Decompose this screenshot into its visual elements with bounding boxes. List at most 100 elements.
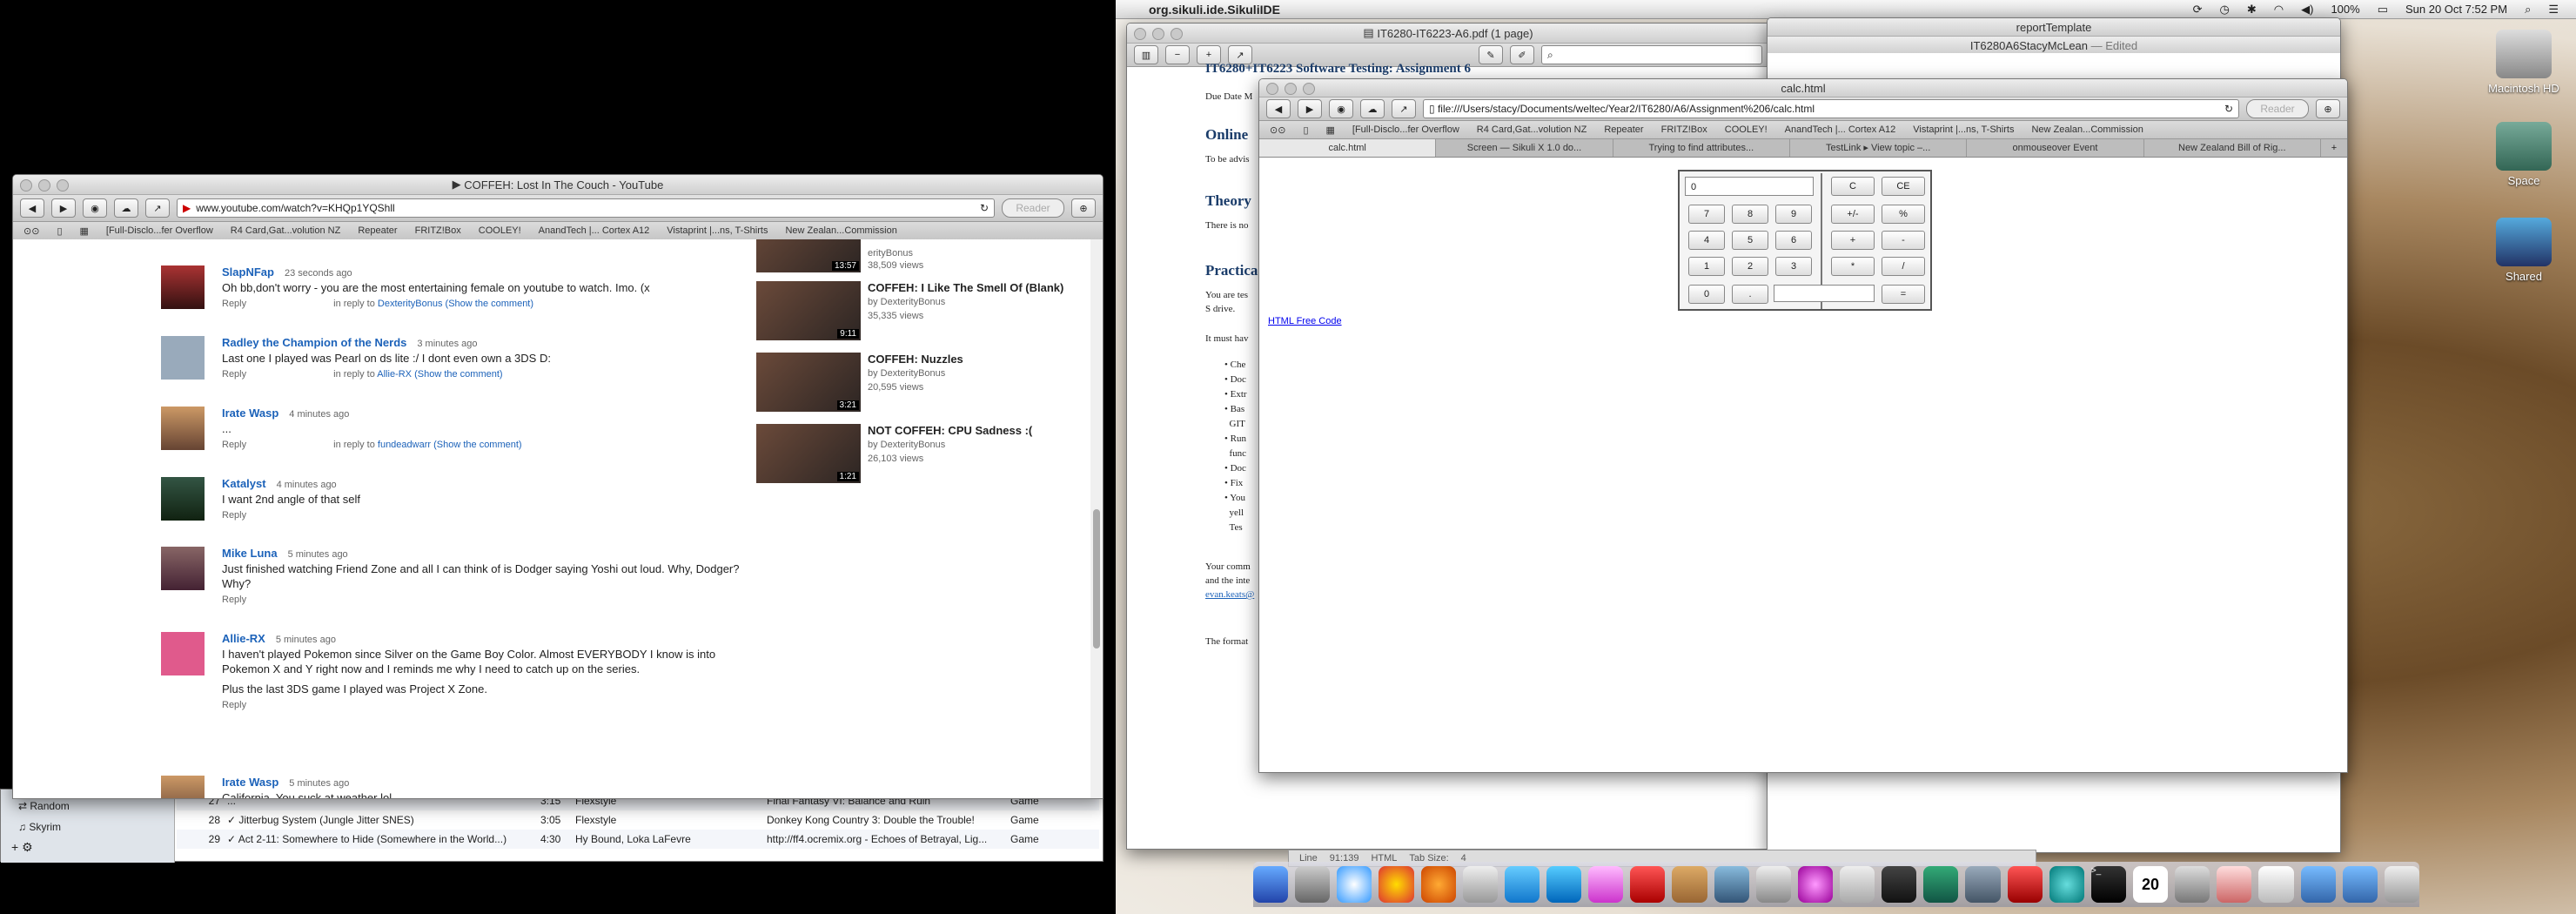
address-bar[interactable]: ▯ file:///Users/stacy/Documents/weltec/Y…: [1423, 99, 2239, 118]
comment-author[interactable]: Irate Wasp: [222, 776, 278, 789]
reply-button[interactable]: Reply: [222, 595, 246, 605]
avatar[interactable]: [161, 477, 205, 521]
key-8[interactable]: 8: [1732, 205, 1768, 224]
bookmark-item[interactable]: AnandTech |... Cortex A12: [539, 225, 650, 236]
app-icon[interactable]: [1923, 866, 1959, 903]
reply-target-link[interactable]: fundeadwarr: [378, 440, 431, 450]
safari-icon[interactable]: [1337, 866, 1372, 903]
related-video[interactable]: 1:21 NOT COFFEH: CPU Sadness :( by Dexte…: [756, 424, 1087, 485]
minimize-button[interactable]: [38, 179, 50, 192]
comment-author[interactable]: Irate Wasp: [222, 407, 278, 420]
html-free-code-link[interactable]: HTML Free Code: [1268, 316, 1342, 326]
close-button[interactable]: [1266, 83, 1278, 95]
reply-button[interactable]: Reply: [222, 700, 246, 710]
zoom-button[interactable]: [1171, 28, 1183, 40]
downloads-icon[interactable]: ⊕: [2316, 99, 2340, 118]
sidebar-item-skyrim[interactable]: ♫ Skyrim: [1, 821, 174, 833]
track-row[interactable]: 29 ✓ Act 2-11: Somewhere to Hide (Somewh…: [177, 830, 1099, 849]
bookmark-item[interactable]: COOLEY!: [479, 225, 521, 236]
add-playlist-button[interactable]: + ⚙: [1, 840, 174, 855]
avatar[interactable]: [161, 776, 205, 798]
reply-button[interactable]: Reply: [222, 299, 246, 309]
tab-testlink[interactable]: TestLink ▸ View topic –...: [1790, 139, 1968, 157]
app-icon[interactable]: [1965, 866, 2001, 903]
bookmark-item[interactable]: Vistaprint |...ns, T-Shirts: [667, 225, 768, 236]
avatar[interactable]: [161, 265, 205, 309]
trash-icon[interactable]: [2384, 866, 2419, 903]
comment-author[interactable]: Mike Luna: [222, 547, 278, 560]
scrollbar[interactable]: [1090, 239, 1103, 798]
finder-icon[interactable]: [1253, 866, 1289, 903]
space-icon[interactable]: Space: [2472, 122, 2576, 187]
bluetooth-icon[interactable]: ✱: [2247, 3, 2257, 17]
address-bar[interactable]: ▶ www.youtube.com/watch?v=KHQp1YQShll ↻: [177, 198, 995, 218]
bookmark-item[interactable]: New Zealan...Commission: [785, 225, 896, 236]
decimal-button[interactable]: .: [1732, 285, 1768, 304]
bookmark-item[interactable]: New Zealan...Commission: [2031, 124, 2143, 135]
clear-button[interactable]: C: [1831, 177, 1875, 196]
icloud-icon[interactable]: ☁: [1360, 99, 1385, 118]
notification-icon[interactable]: ☰: [2548, 3, 2559, 17]
reply-button[interactable]: Reply: [222, 369, 246, 380]
app-icon[interactable]: [1714, 866, 1749, 903]
itunes-icon[interactable]: [1588, 866, 1624, 903]
tab-calc[interactable]: calc.html: [1259, 139, 1437, 157]
icloud-icon[interactable]: ☁: [114, 198, 138, 218]
plus-minus-button[interactable]: +/-: [1831, 205, 1875, 224]
close-button[interactable]: [20, 179, 32, 192]
calc-display[interactable]: 0: [1685, 177, 1814, 196]
close-button[interactable]: [1134, 28, 1146, 40]
key-6[interactable]: 6: [1775, 231, 1812, 250]
wifi-icon[interactable]: ◠: [2274, 3, 2284, 17]
tab-sikuli[interactable]: Screen — Sikuli X 1.0 do...: [1436, 139, 1613, 157]
app-icon[interactable]: [1797, 866, 1833, 903]
sync-icon[interactable]: ⟳: [2193, 3, 2203, 17]
shared-icon[interactable]: Shared: [2472, 218, 2576, 283]
sidebar-item-random[interactable]: ⇄ Random: [1, 800, 174, 812]
app-icon[interactable]: [1672, 866, 1707, 903]
show-comment-link[interactable]: (Show the comment): [446, 299, 533, 309]
reply-target-link[interactable]: DexterityBonus: [378, 299, 443, 309]
bookmark-item[interactable]: AnandTech |... Cortex A12: [1785, 124, 1896, 135]
video-thumbnail[interactable]: 13:57: [756, 239, 861, 272]
reading-list-icon[interactable]: ⊙⊙: [23, 225, 39, 237]
sidebar-toggle[interactable]: ▥: [1134, 45, 1158, 64]
battery-icon[interactable]: ▭: [2378, 3, 2388, 17]
app-store-icon[interactable]: [1546, 866, 1582, 903]
bookmark-item[interactable]: COOLEY!: [1725, 124, 1768, 135]
email-link[interactable]: evan.keats@: [1205, 589, 1254, 600]
downloads-icon[interactable]: ⊕: [1071, 198, 1096, 218]
equals-button[interactable]: =: [1882, 285, 1925, 304]
divide-button[interactable]: /: [1882, 257, 1925, 276]
app-icon[interactable]: [2217, 866, 2252, 903]
avatar[interactable]: [161, 632, 205, 675]
key-9[interactable]: 9: [1775, 205, 1812, 224]
key-3[interactable]: 3: [1775, 257, 1812, 276]
macintosh-hd-icon[interactable]: Macintosh HD: [2472, 30, 2576, 95]
bookmark-item[interactable]: FRITZ!Box: [415, 225, 461, 236]
comment-author[interactable]: Allie-RX: [222, 632, 265, 645]
privacy-icon[interactable]: ◉: [83, 198, 107, 218]
bookmarks-icon[interactable]: ▯: [57, 225, 62, 237]
messages-icon[interactable]: [1504, 866, 1540, 903]
percent-button[interactable]: %: [1882, 205, 1925, 224]
avatar[interactable]: [161, 407, 205, 450]
search-field[interactable]: ⌕: [1541, 45, 1762, 64]
key-2[interactable]: 2: [1732, 257, 1768, 276]
bookmark-item[interactable]: [Full-Disclo...fer Overflow: [106, 225, 213, 236]
bookmarks-icon[interactable]: ▯: [1303, 124, 1308, 136]
top-sites-icon[interactable]: ▦: [1326, 124, 1335, 136]
multiply-button[interactable]: *: [1831, 257, 1875, 276]
bookmark-item[interactable]: Repeater: [1604, 124, 1643, 135]
bookmark-item[interactable]: R4 Card,Gat...volution NZ: [231, 225, 341, 236]
privacy-icon[interactable]: ◉: [1329, 99, 1353, 118]
firefox-icon[interactable]: [1420, 866, 1456, 903]
comment-author[interactable]: SlapNFap: [222, 265, 274, 279]
key-0[interactable]: 0: [1688, 285, 1725, 304]
comment-author[interactable]: Katalyst: [222, 477, 266, 490]
key-7[interactable]: 7: [1688, 205, 1725, 224]
video-thumbnail[interactable]: 3:21: [756, 353, 861, 412]
share-icon[interactable]: ↗: [1392, 99, 1416, 118]
app-icon[interactable]: [2007, 866, 2043, 903]
video-thumbnail[interactable]: 9:11: [756, 281, 861, 340]
